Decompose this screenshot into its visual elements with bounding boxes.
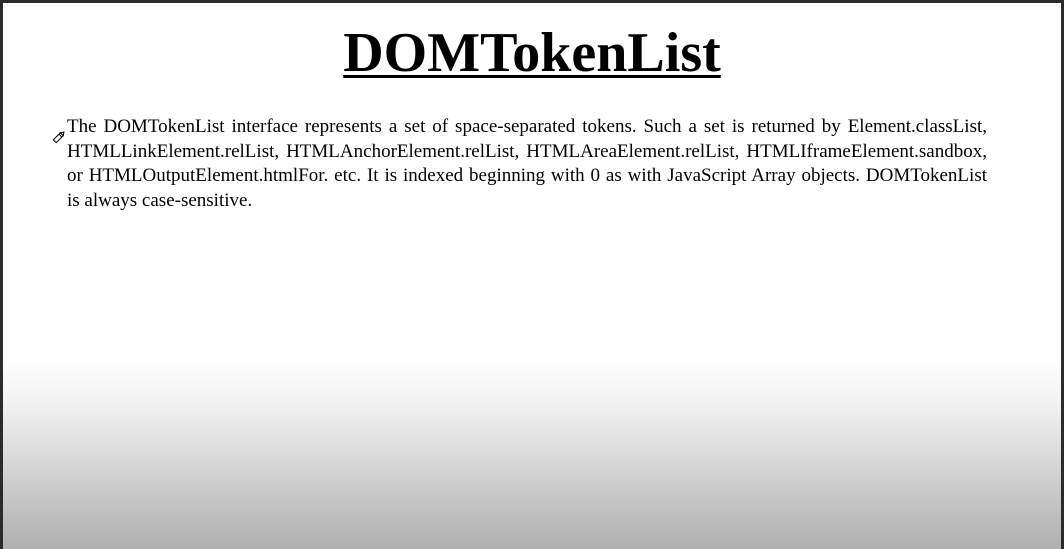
page-title: DOMTokenList: [343, 22, 721, 84]
slide: DOMTokenList The DOMTokenList interface …: [3, 3, 1061, 549]
pencil-icon: [51, 129, 67, 145]
description-paragraph: The DOMTokenList interface represents a …: [67, 116, 987, 211]
